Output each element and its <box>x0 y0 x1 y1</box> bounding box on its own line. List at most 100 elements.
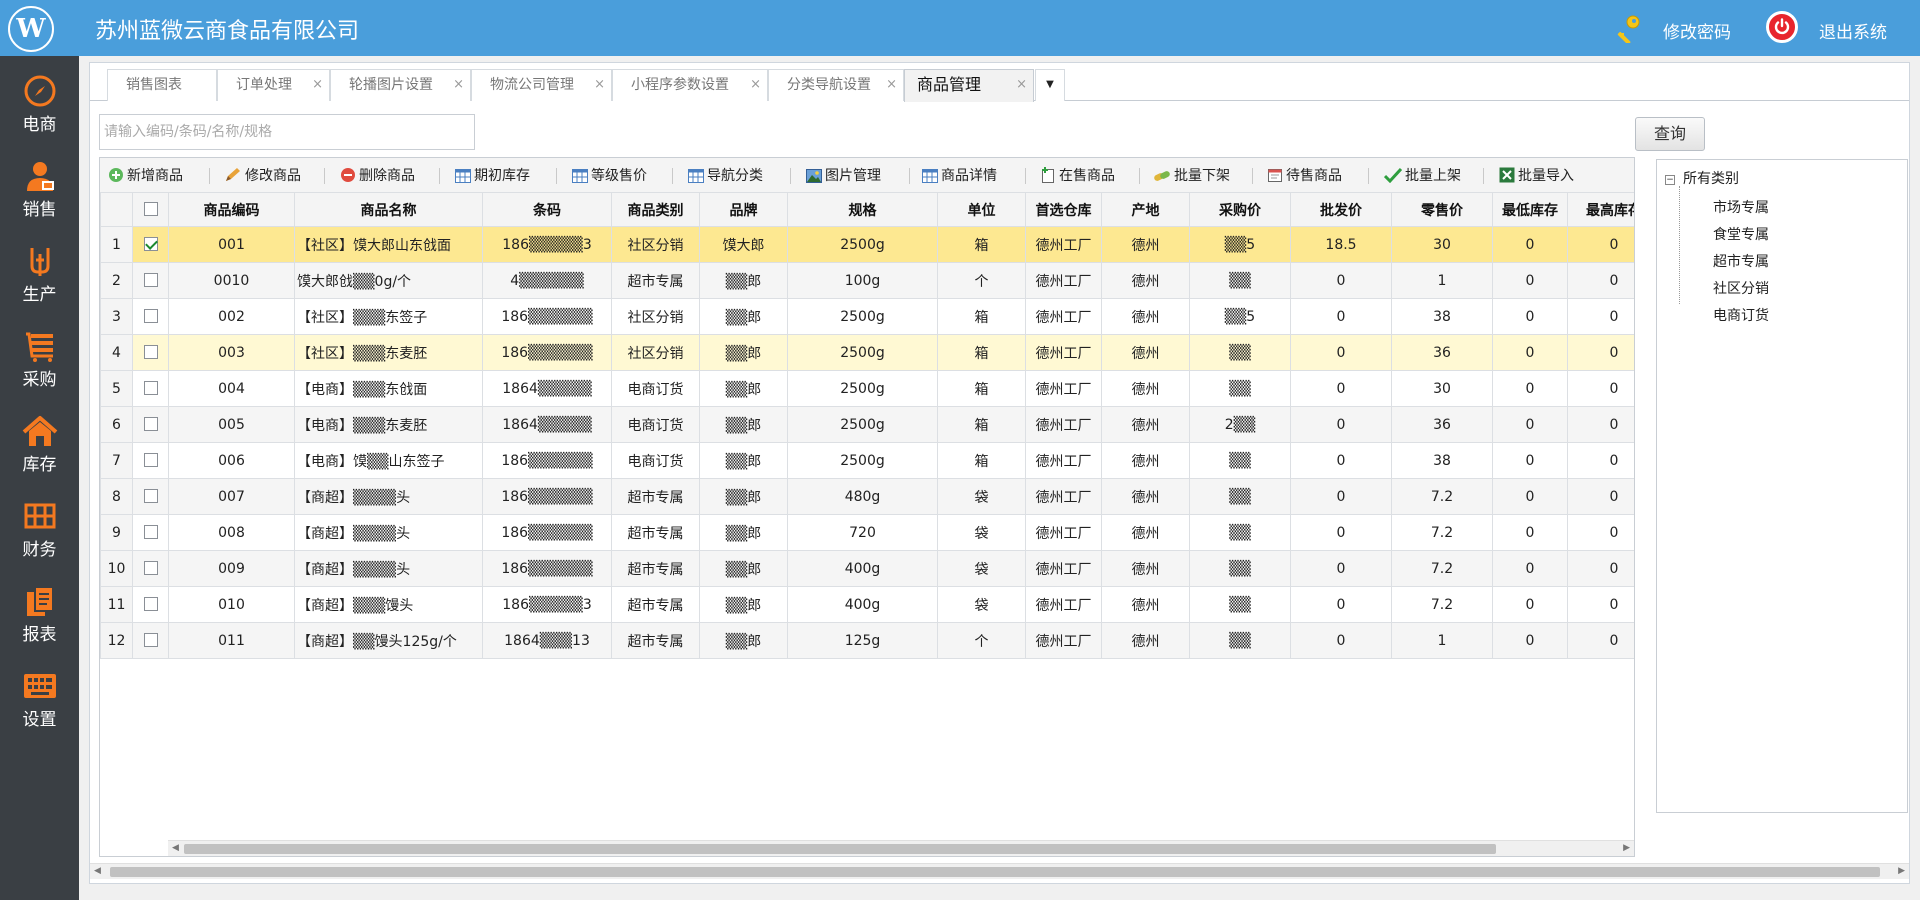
tab-category-nav-settings[interactable]: 分类导航设置 × <box>768 69 904 101</box>
table-row[interactable]: 3 002 【社区】▒▒▒东签子 186▒▒▒▒▒▒ 社区分销 ▒▒郎 2500g 箱 德州工厂… <box>100 298 1634 335</box>
batch-list-button[interactable]: 批量上架 <box>1384 166 1461 186</box>
scroll-right-arrow[interactable]: ▶ <box>1623 843 1630 853</box>
table-row[interactable]: 4 003 【社区】▒▒▒东麦胚 186▒▒▒▒▒▒ 社区分销 ▒▒郎 2500g 箱 德州工厂… <box>100 334 1634 371</box>
page-horizontal-scrollbar[interactable]: ◀ ▶ <box>90 863 1909 879</box>
column-header[interactable]: 零售价 <box>1391 192 1493 227</box>
tree-item[interactable]: 食堂专属 <box>1713 224 1769 244</box>
table-row[interactable]: 7 006 【电商】馍▒▒山东签子 186▒▒▒▒▒▒ 电商订货 ▒▒郎 2500g 箱 德州工… <box>100 442 1634 479</box>
table-row[interactable]: 12 011 【商超】▒▒馒头125g/个 1864▒▒▒13 超市专属 ▒▒郎 125g 个… <box>100 622 1634 659</box>
table-row[interactable]: 6 005 【电商】▒▒▒东麦胚 1864▒▒▒▒▒ 电商订货 ▒▒郎 2500g 箱 德州工厂… <box>100 406 1634 443</box>
row-checkbox[interactable] <box>143 560 158 575</box>
close-icon[interactable]: × <box>312 70 323 100</box>
batch-delist-button[interactable]: 批量下架 <box>1153 166 1230 186</box>
column-header[interactable]: 规格 <box>787 192 938 227</box>
toolbar-divider <box>209 168 210 184</box>
close-icon[interactable]: × <box>594 70 605 100</box>
row-checkbox[interactable] <box>143 596 158 611</box>
origin-cell: 德州 <box>1101 586 1190 623</box>
grid-horizontal-scrollbar[interactable]: ◀ ▶ <box>168 840 1634 856</box>
sidebar-item-sales[interactable]: 销售 <box>0 149 79 229</box>
table-row[interactable]: 2 0010 馍大郎戗▒▒0g/个 4▒▒▒▒▒▒ 超市专属 ▒▒郎 100g 个德州工厂 德州… <box>100 262 1634 299</box>
tab-carousel-settings[interactable]: 轮播图片设置 × <box>330 69 471 101</box>
column-header[interactable]: 最低库存 <box>1492 192 1568 227</box>
row-checkbox[interactable] <box>143 308 158 323</box>
batch-import-button[interactable]: 批量导入 <box>1499 166 1574 186</box>
tree-item[interactable]: 市场专属 <box>1713 197 1769 217</box>
column-header[interactable]: 最高库存 <box>1567 192 1634 227</box>
origin-cell: 德州 <box>1101 262 1190 299</box>
row-checkbox[interactable] <box>143 452 158 467</box>
tree-root-all-categories[interactable]: − 所有类别 <box>1665 168 1739 188</box>
sidebar-item-settings[interactable]: 设置 <box>0 659 79 739</box>
row-checkbox[interactable] <box>143 488 158 503</box>
scroll-right-arrow[interactable]: ▶ <box>1898 866 1905 876</box>
tier-price-button[interactable]: 等级售价 <box>572 166 647 186</box>
column-header[interactable]: 首选仓库 <box>1025 192 1102 227</box>
table-row[interactable]: 9 008 【商超】▒▒▒▒头 186▒▒▒▒▒▒ 超市专属 ▒▒郎 720 袋 德州工厂 德州 ▒… <box>100 514 1634 551</box>
row-checkbox[interactable] <box>143 632 158 647</box>
column-header[interactable]: 单位 <box>937 192 1026 227</box>
tab-list-dropdown[interactable]: ▼ <box>1035 69 1065 101</box>
opening-stock-button[interactable]: 期初库存 <box>455 166 530 186</box>
tree-item[interactable]: 超市专属 <box>1713 251 1769 271</box>
edit-product-button[interactable]: 修改商品 <box>224 166 301 186</box>
on-sale-products-button[interactable]: 在售商品 <box>1040 166 1115 186</box>
row-checkbox[interactable] <box>143 416 158 431</box>
search-input[interactable] <box>99 114 475 150</box>
sidebar-item-production[interactable]: 生产 <box>0 234 79 314</box>
close-icon[interactable]: × <box>1016 70 1027 100</box>
logout-link[interactable]: 退出系统 <box>1819 18 1887 43</box>
select-all-checkbox[interactable] <box>143 201 158 216</box>
table-row[interactable]: 10 009 【商超】▒▒▒▒头 186▒▒▒▒▒▒ 超市专属 ▒▒郎 400g 袋 德州工厂 德… <box>100 550 1634 587</box>
sidebar-item-finance[interactable]: 财务 <box>0 489 79 569</box>
tab-order-processing[interactable]: 订单处理 × <box>217 69 330 101</box>
row-checkbox[interactable] <box>143 236 158 251</box>
row-checkbox[interactable] <box>143 524 158 539</box>
close-icon[interactable]: × <box>453 70 464 100</box>
sidebar-item-ecommerce[interactable]: 电商 <box>0 64 79 144</box>
change-password-link[interactable]: 修改密码 <box>1663 18 1731 43</box>
tree-item[interactable]: 电商订货 <box>1713 305 1769 325</box>
column-header[interactable]: 商品编码 <box>168 192 295 227</box>
scroll-left-arrow[interactable]: ◀ <box>172 843 179 853</box>
delete-product-button[interactable]: 删除商品 <box>340 166 415 186</box>
sidebar-item-inventory[interactable]: 库存 <box>0 404 79 484</box>
sidebar-item-reports[interactable]: 报表 <box>0 574 79 654</box>
tab-sales-chart[interactable]: 销售图表 <box>107 69 217 101</box>
column-header[interactable]: 商品类别 <box>611 192 700 227</box>
table-row[interactable]: 11 010 【商超】▒▒▒馒头 186▒▒▒▒▒3 超市专属 ▒▒郎 400g 袋 德州工厂 德… <box>100 586 1634 623</box>
scrollbar-thumb[interactable] <box>184 844 1496 854</box>
nav-category-button[interactable]: 导航分类 <box>688 166 763 186</box>
column-header[interactable]: 采购价 <box>1189 192 1291 227</box>
product-code-cell: 007 <box>168 478 295 515</box>
column-header[interactable]: 商品名称 <box>294 192 483 227</box>
add-product-button[interactable]: 新增商品 <box>108 166 183 186</box>
row-checkbox[interactable] <box>143 344 158 359</box>
column-header[interactable]: 产地 <box>1101 192 1190 227</box>
close-icon[interactable]: × <box>886 70 897 100</box>
close-icon[interactable]: × <box>750 70 761 100</box>
collapse-icon[interactable]: − <box>1665 175 1675 185</box>
query-button[interactable]: 查询 <box>1635 117 1705 151</box>
table-row[interactable]: 8 007 【商超】▒▒▒▒头 186▒▒▒▒▒▒ 超市专属 ▒▒郎 480g 袋 德州工厂 德州… <box>100 478 1634 515</box>
sidebar-item-purchase[interactable]: 采购 <box>0 319 79 399</box>
scrollbar-thumb[interactable] <box>110 867 1880 877</box>
tab-miniprogram-params[interactable]: 小程序参数设置 × <box>612 69 768 101</box>
pending-products-button[interactable]: 待售商品 <box>1267 166 1342 186</box>
row-checkbox[interactable] <box>143 272 158 287</box>
image-management-button[interactable]: 图片管理 <box>806 166 881 186</box>
tab-logistics-management[interactable]: 物流公司管理 × <box>471 69 612 101</box>
min-stock-cell: 0 <box>1492 586 1568 623</box>
table-row[interactable]: 5 004 【电商】▒▒▒东戗面 1864▒▒▒▒▒ 电商订货 ▒▒郎 2500g 箱 德州工厂… <box>100 370 1634 407</box>
tab-product-management[interactable]: 商品管理 × <box>904 69 1034 102</box>
table-row[interactable]: 1 001 【社区】馍大郎山东戗面 186▒▒▒▒▒3 社区分销 馍大郎 2500g 箱 德州工… <box>100 226 1634 263</box>
tree-item[interactable]: 社区分销 <box>1713 278 1769 298</box>
power-icon[interactable] <box>1766 11 1798 43</box>
column-header[interactable]: 批发价 <box>1290 192 1392 227</box>
column-header[interactable]: 条码 <box>482 192 612 227</box>
scroll-left-arrow[interactable]: ◀ <box>94 866 101 876</box>
column-header[interactable]: 品牌 <box>699 192 788 227</box>
toolbar-label: 导航分类 <box>707 168 763 184</box>
product-detail-button[interactable]: 商品详情 <box>922 166 997 186</box>
row-checkbox[interactable] <box>143 380 158 395</box>
